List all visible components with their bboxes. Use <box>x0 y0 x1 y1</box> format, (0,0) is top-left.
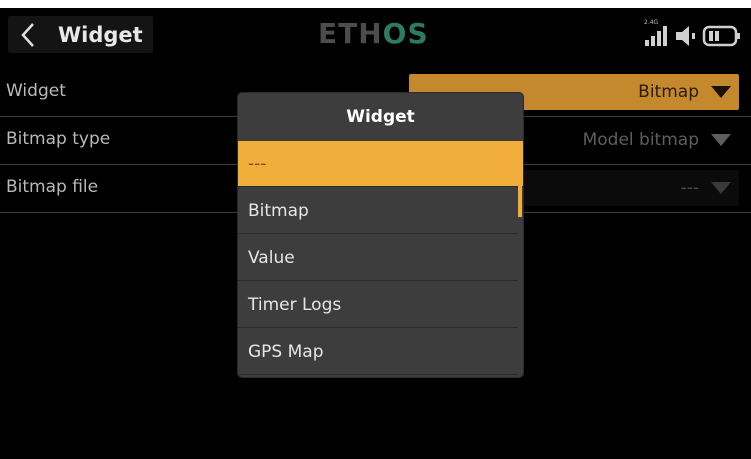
option-bitmap[interactable]: Bitmap <box>238 188 518 234</box>
option-list: --- Bitmap Value Timer Logs GPS Map <box>238 141 523 377</box>
dialog-title: Widget <box>346 107 415 127</box>
ethos-logo: ETHOS <box>318 20 429 48</box>
logo-part-b: OS <box>382 17 429 50</box>
dropdown-value: --- <box>680 178 699 198</box>
dropdown-arrow-icon <box>711 182 731 194</box>
list-scrollbar[interactable] <box>518 141 522 217</box>
signal-strength-icon <box>645 26 667 46</box>
battery-icon <box>702 25 740 47</box>
dropdown-arrow-icon <box>711 134 731 146</box>
volume-icon <box>676 26 695 46</box>
dropdown-arrow-icon <box>711 86 731 98</box>
option-gps-map[interactable]: GPS Map <box>238 329 518 375</box>
setting-label: Widget <box>6 81 66 101</box>
option-timer-logs[interactable]: Timer Logs <box>238 282 518 328</box>
back-chevron-icon <box>21 23 34 47</box>
dropdown-value: Model bitmap <box>582 130 699 150</box>
setting-label: Bitmap type <box>6 129 111 149</box>
header-bar: Widget ETHOS 2.4G <box>0 8 751 60</box>
option-none[interactable]: --- <box>238 141 523 187</box>
dropdown-value: Bitmap <box>638 82 699 102</box>
option-value[interactable]: Value <box>238 235 518 281</box>
status-icons: 2.4G <box>644 19 744 50</box>
widget-picker-dialog: Widget --- Bitmap Value Timer Logs GPS M… <box>238 93 523 377</box>
back-button[interactable]: Widget <box>8 16 153 53</box>
setting-label: Bitmap file <box>6 177 99 197</box>
radio-screen: Widget ETHOS 2.4G Widget Bitmap Bitmap t… <box>0 8 751 459</box>
page-title: Widget <box>58 23 143 47</box>
logo-part-a: ETH <box>318 17 383 50</box>
